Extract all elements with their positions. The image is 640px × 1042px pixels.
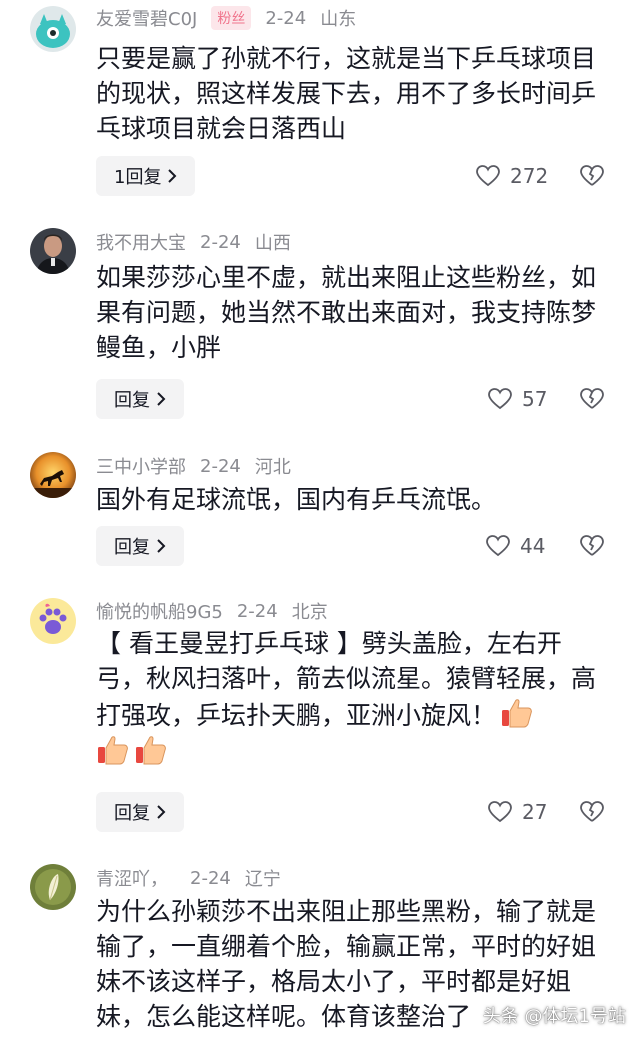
avatar[interactable]: [30, 598, 76, 644]
comment-1: 友爱雪碧C0J 粉丝 2-24 山东 只要是赢了孙就不行，这就是当下乒乓球项目的…: [0, 0, 640, 210]
comment-4: 愉悦的帆船9G5 2-24 北京 【 看王曼昱打乒乓球 】劈头盖脸，左右开弓，秋…: [0, 598, 640, 848]
comment-meta: 我不用大宝 2-24 山西: [96, 229, 305, 255]
comment-location: 北京: [291, 602, 328, 623]
thumbs-up-emoji-icon: [500, 696, 534, 730]
comment-text: 【 看王曼昱打乒乓球 】劈头盖脸，左右开弓，秋风扫落叶，箭去似流星。猿臂轻展，高…: [96, 626, 606, 770]
like-count: 27: [522, 800, 548, 824]
reply-label: 回复: [114, 803, 150, 824]
reply-button[interactable]: 1回复: [96, 156, 196, 196]
heart-icon: [488, 388, 512, 410]
chevron-right-icon: [156, 805, 166, 819]
comment-meta: 友爱雪碧C0J 粉丝 2-24 山东: [96, 5, 370, 31]
thumbs-up-emoji-icon: [134, 733, 168, 767]
comment-text: 如果莎莎心里不虚，就出来阻止这些粉丝，如果有问题，她当然不敢出来面对，我支持陈梦…: [96, 263, 597, 362]
green-leaf-avatar-icon: [30, 864, 76, 910]
reply-label: 回复: [114, 537, 150, 558]
comment-location: 河北: [254, 457, 291, 478]
username[interactable]: 友爱雪碧C0J: [96, 5, 197, 31]
like-button[interactable]: 44: [486, 526, 545, 566]
comment-3: 三中小学部 2-24 河北 国外有足球流氓，国内有乒乓流氓。 回复 44: [0, 450, 640, 580]
like-count: 272: [510, 164, 549, 188]
comment-text: 只要是赢了孙就不行，这就是当下乒乓球项目的现状，照这样发展下去，用不了多长时间乒…: [96, 44, 597, 143]
username[interactable]: 我不用大宝: [96, 229, 186, 255]
dislike-button[interactable]: [580, 526, 604, 566]
comment-location: 山西: [254, 233, 291, 254]
teal-cartoon-avatar-icon: [30, 6, 76, 52]
broken-heart-icon: [580, 801, 604, 822]
comment-location: 山东: [320, 9, 357, 30]
comment-meta: 三中小学部 2-24 河北: [96, 453, 305, 479]
avatar[interactable]: [30, 6, 76, 52]
comment-date: 2-24: [236, 600, 278, 622]
broken-heart-icon: [580, 165, 604, 186]
dislike-button[interactable]: [580, 379, 604, 419]
comment-2: 我不用大宝 2-24 山西 如果莎莎心里不虚，就出来阻止这些粉丝，如果有问题，她…: [0, 226, 640, 426]
like-count: 57: [522, 387, 548, 411]
thumbs-up-emoji-icon: [96, 733, 130, 767]
broken-heart-icon: [580, 388, 604, 409]
reply-button[interactable]: 回复: [96, 379, 184, 419]
avatar[interactable]: [30, 864, 76, 910]
reply-button[interactable]: 回复: [96, 526, 184, 566]
comment-date: 2-24: [190, 867, 231, 889]
comment-text: 国外有足球流氓，国内有乒乓流氓。: [96, 485, 497, 514]
like-button[interactable]: 272: [476, 156, 548, 196]
comment-date: 2-24: [200, 455, 241, 477]
comment-meta: 愉悦的帆船9G5 2-24 北京: [96, 598, 342, 624]
like-button[interactable]: 57: [488, 379, 547, 419]
broken-heart-icon: [580, 535, 604, 556]
comment-location: 辽宁: [244, 869, 281, 890]
chevron-right-icon: [156, 392, 166, 406]
heart-icon: [486, 535, 510, 557]
username[interactable]: 青涩吖，: [96, 865, 168, 891]
watermark: 头条 @体坛1号站: [482, 1006, 626, 1027]
username[interactable]: 愉悦的帆船9G5: [96, 598, 223, 624]
avatar[interactable]: [30, 228, 76, 274]
chevron-right-icon: [156, 539, 166, 553]
chevron-right-icon: [167, 169, 177, 183]
comment-date: 2-24: [200, 231, 241, 253]
like-button[interactable]: 27: [488, 792, 547, 832]
heart-icon: [488, 801, 512, 823]
reply-label: 1回复: [114, 167, 162, 188]
horse-sunset-avatar-icon: [30, 452, 76, 498]
heart-icon: [476, 165, 500, 187]
avatar[interactable]: [30, 452, 76, 498]
paw-avatar-icon: [30, 598, 76, 644]
reply-button[interactable]: 回复: [96, 792, 184, 832]
dislike-button[interactable]: [580, 792, 604, 832]
comment-meta: 青涩吖， 2-24 辽宁: [96, 865, 295, 891]
comment-date: 2-24: [265, 7, 307, 29]
username[interactable]: 三中小学部: [96, 453, 186, 479]
like-count: 44: [520, 534, 546, 558]
dislike-button[interactable]: [580, 156, 604, 196]
man-portrait-avatar-icon: [30, 228, 76, 274]
fan-badge: 粉丝: [211, 6, 252, 30]
reply-label: 回复: [114, 390, 150, 411]
